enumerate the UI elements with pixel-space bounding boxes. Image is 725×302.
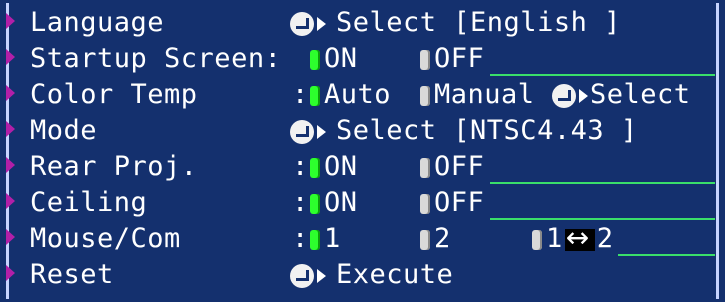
enter-icon [552, 83, 576, 108]
radio-unselected-icon [532, 229, 542, 250]
row-underline [490, 182, 715, 184]
mode-select[interactable]: Select [NTSC4.43 ] [290, 116, 638, 146]
reset-execute[interactable]: Execute [290, 260, 453, 290]
row-marker-icon [6, 229, 15, 245]
language-select[interactable]: Select [English ] [290, 8, 621, 38]
projector-osd-menu: Language Select [English ] Startup Scree… [0, 0, 725, 302]
right-arrow-icon [317, 16, 326, 31]
color-temp-select-text: Select [590, 79, 691, 110]
reset-label: Reset [30, 259, 114, 290]
mouse-com-swap-option[interactable]: 12 [532, 223, 614, 254]
mouse-com-1-text: 1 [324, 223, 341, 254]
left-right-arrow-icon [564, 223, 595, 253]
radio-unselected-icon [420, 85, 430, 106]
mode-select-text: Select [NTSC4.43 ] [336, 115, 638, 146]
radio-selected-icon [310, 193, 320, 214]
startup-on-text: ON [324, 43, 358, 74]
row-marker-icon [6, 85, 15, 101]
row-underline [490, 74, 715, 76]
row-marker-icon [6, 265, 15, 281]
color-temp-sep: : [292, 79, 309, 110]
radio-selected-icon [310, 49, 320, 70]
row-marker-icon [6, 13, 15, 29]
startup-screen-label: Startup Screen: [30, 43, 282, 74]
menu-row-ceiling[interactable]: Ceiling : ON OFF [0, 186, 725, 222]
radio-selected-icon [310, 85, 320, 106]
row-marker-icon [6, 157, 15, 173]
rear-proj-label: Rear Proj. [30, 151, 198, 182]
right-arrow-icon [579, 88, 588, 103]
enter-icon [290, 263, 314, 288]
menu-row-startup-screen[interactable]: Startup Screen: ON OFF [0, 42, 725, 78]
rear-proj-off-option[interactable]: OFF [420, 152, 484, 182]
menu-row-mouse-com[interactable]: Mouse/Com : 1 2 12 [0, 222, 725, 258]
row-marker-icon [6, 49, 15, 65]
enter-icon [290, 119, 314, 144]
ceiling-label: Ceiling [30, 187, 148, 218]
mouse-com-1-option[interactable]: 1 [310, 224, 341, 254]
radio-unselected-icon [420, 193, 430, 214]
mode-label: Mode [30, 115, 98, 146]
rear-proj-off-text: OFF [434, 151, 485, 182]
ceiling-off-option[interactable]: OFF [420, 188, 484, 218]
mouse-com-label: Mouse/Com [30, 223, 181, 254]
row-marker-icon [6, 193, 15, 209]
menu-row-reset[interactable]: Reset Execute [0, 258, 725, 294]
rear-proj-sep: : [292, 151, 309, 182]
right-arrow-icon [317, 124, 326, 139]
radio-unselected-icon [420, 157, 430, 178]
ceiling-off-text: OFF [434, 187, 485, 218]
menu-row-color-temp[interactable]: Color Temp : Auto Manual Select [0, 78, 725, 114]
mouse-com-sep: : [292, 223, 309, 254]
mouse-com-swap-a: 1 [546, 223, 563, 254]
language-label: Language [30, 7, 165, 38]
enter-icon [290, 11, 314, 36]
color-temp-manual-option[interactable]: Manual [420, 80, 535, 110]
radio-unselected-icon [420, 229, 430, 250]
ceiling-on-text: ON [324, 187, 358, 218]
row-marker-icon [6, 121, 15, 137]
color-temp-manual-text: Manual [434, 79, 535, 110]
rear-proj-on-text: ON [324, 151, 358, 182]
menu-row-mode[interactable]: Mode Select [NTSC4.43 ] [0, 114, 725, 150]
language-select-text: Select [English ] [336, 7, 621, 38]
startup-off-option[interactable]: OFF [420, 44, 484, 74]
reset-execute-text: Execute [336, 259, 454, 290]
radio-unselected-icon [420, 49, 430, 70]
ceiling-sep: : [292, 187, 309, 218]
color-temp-auto-text: Auto [324, 79, 392, 110]
radio-selected-icon [310, 229, 320, 250]
row-underline [618, 254, 715, 256]
startup-on-option[interactable]: ON [310, 44, 358, 74]
menu-row-rear-proj[interactable]: Rear Proj. : ON OFF [0, 150, 725, 186]
ceiling-on-option[interactable]: ON [310, 188, 358, 218]
row-underline [490, 218, 715, 220]
mouse-com-2-option[interactable]: 2 [420, 224, 451, 254]
menu-row-language[interactable]: Language Select [English ] [0, 6, 725, 42]
startup-off-text: OFF [434, 43, 485, 74]
mouse-com-2-text: 2 [434, 223, 451, 254]
right-arrow-icon [317, 268, 326, 283]
radio-selected-icon [310, 157, 320, 178]
color-temp-auto-option[interactable]: Auto [310, 80, 391, 110]
color-temp-label: Color Temp [30, 79, 198, 110]
rear-proj-on-option[interactable]: ON [310, 152, 358, 182]
color-temp-select[interactable]: Select [552, 80, 691, 110]
mouse-com-swap-b: 2 [596, 223, 614, 254]
